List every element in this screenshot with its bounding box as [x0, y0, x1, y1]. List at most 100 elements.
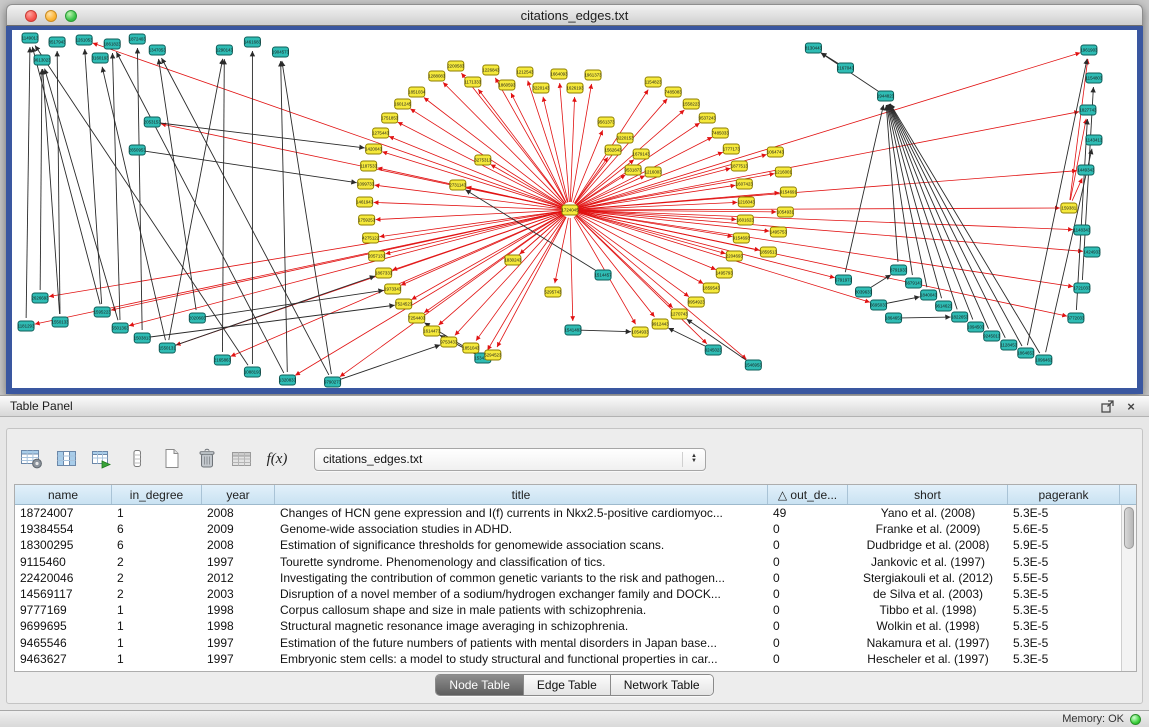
- graph-node[interactable]: 1461943: [356, 197, 374, 207]
- graph-node[interactable]: 1320833: [279, 375, 297, 385]
- graph-node[interactable]: 1449343: [1077, 165, 1095, 175]
- graph-node[interactable]: 1420043: [365, 144, 383, 154]
- graph-node[interactable]: 9790273: [324, 377, 342, 387]
- graph-node[interactable]: 2731143: [449, 180, 466, 190]
- graph-node[interactable]: 1864651: [885, 313, 903, 323]
- graph-edge[interactable]: [340, 345, 440, 380]
- graph-node[interactable]: 2204693: [726, 251, 744, 261]
- graph-node[interactable]: 1148343: [1074, 225, 1091, 235]
- graph-edge[interactable]: [57, 51, 60, 314]
- graph-edge[interactable]: [578, 112, 1079, 209]
- graph-edge[interactable]: [578, 211, 1083, 252]
- graph-edge[interactable]: [528, 81, 568, 203]
- graph-node[interactable]: 1275443: [372, 128, 390, 138]
- graph-edge[interactable]: [129, 212, 562, 326]
- graph-node[interactable]: 9245013: [983, 331, 1001, 341]
- graph-node[interactable]: 1094503: [967, 322, 985, 332]
- graph-node[interactable]: 1288083: [428, 71, 446, 81]
- tab-edge-table[interactable]: Edge Table: [524, 675, 611, 695]
- graph-node[interactable]: 1864653: [1017, 348, 1035, 358]
- graph-node[interactable]: 8791933: [890, 265, 908, 275]
- graph-node[interactable]: 1558223: [683, 99, 701, 109]
- graph-node[interactable]: 1290143: [216, 45, 234, 55]
- import-table-button[interactable]: [88, 445, 116, 473]
- graph-edge[interactable]: [374, 202, 562, 209]
- table-row[interactable]: 1830029562008Estimation of significance …: [15, 537, 1136, 553]
- table-settings-button[interactable]: [18, 445, 46, 473]
- graph-node[interactable]: 1860593: [498, 80, 516, 90]
- graph-node[interactable]: 1724045: [561, 205, 579, 215]
- window-titlebar[interactable]: citations_edges.txt: [6, 4, 1143, 26]
- graph-edge[interactable]: [576, 215, 746, 359]
- minimize-window-button[interactable]: [45, 10, 57, 22]
- delete-column-button[interactable]: [193, 445, 221, 473]
- column-header-out_degree[interactable]: △ out_de...: [768, 485, 848, 504]
- graph-node[interactable]: 1546953: [745, 360, 763, 370]
- graph-node[interactable]: 8517943: [49, 37, 67, 47]
- memory-status-icon[interactable]: [1130, 714, 1141, 725]
- graph-edge[interactable]: [295, 214, 563, 375]
- graph-node[interactable]: 9154693: [733, 233, 751, 243]
- graph-node[interactable]: 1495753: [770, 227, 788, 237]
- close-panel-icon[interactable]: ×: [1123, 398, 1139, 414]
- graph-edge[interactable]: [491, 165, 563, 207]
- graph-edge[interactable]: [159, 59, 197, 310]
- graph-node[interactable]: 8039633: [855, 287, 873, 297]
- graph-node[interactable]: 1973343: [384, 284, 402, 294]
- graph-node[interactable]: 1054931: [777, 207, 795, 217]
- function-builder-button[interactable]: f(x): [263, 445, 291, 473]
- graph-node[interactable]: 9154691: [780, 187, 798, 197]
- graph-node[interactable]: 6679143: [905, 278, 923, 288]
- graph-edge[interactable]: [43, 69, 60, 314]
- graph-edge[interactable]: [576, 110, 684, 205]
- table-row[interactable]: 1872400712008Changes of HCN gene express…: [15, 505, 1136, 521]
- graph-node[interactable]: 1154823: [645, 77, 662, 87]
- graph-node[interactable]: 2053153: [144, 117, 162, 127]
- table-row[interactable]: 977716911998Corpus callosum shape and si…: [15, 602, 1136, 618]
- graph-edge[interactable]: [169, 59, 223, 340]
- graph-node[interactable]: 1514457: [594, 270, 612, 280]
- graph-edge[interactable]: [26, 47, 30, 318]
- table-row[interactable]: 946554611997Estimation of the future num…: [15, 635, 1136, 651]
- graph-node[interactable]: 1827743: [1079, 105, 1097, 115]
- graph-edge[interactable]: [886, 297, 919, 304]
- graph-node[interactable]: 1861823: [104, 39, 122, 49]
- graph-node[interactable]: 1867333: [375, 268, 393, 278]
- graph-edge[interactable]: [478, 89, 565, 203]
- column-header-title[interactable]: title: [275, 485, 768, 504]
- column-header-year[interactable]: year: [202, 485, 275, 504]
- graph-edge[interactable]: [161, 58, 328, 375]
- graph-node[interactable]: 1216043: [738, 197, 756, 207]
- graph-node[interactable]: 6695033: [870, 300, 888, 310]
- graph-node[interactable]: 1550133: [52, 317, 70, 327]
- graph-edge[interactable]: [282, 61, 331, 374]
- graph-node[interactable]: 2650953: [129, 145, 147, 155]
- graph-edge[interactable]: [890, 104, 1022, 346]
- graph-edge[interactable]: [888, 105, 957, 310]
- graph-node[interactable]: 3220143: [532, 83, 550, 93]
- graph-node[interactable]: 1154803: [1086, 73, 1103, 83]
- graph-node[interactable]: 1679143: [633, 149, 651, 159]
- graph-node[interactable]: 1877513: [731, 161, 749, 171]
- graph-edge[interactable]: [487, 217, 565, 350]
- graph-node[interactable]: 1944823: [877, 91, 895, 101]
- graph-node[interactable]: 1216001: [775, 167, 793, 177]
- graph-node[interactable]: 9912443: [652, 319, 670, 329]
- graph-node[interactable]: 1562643: [605, 145, 623, 155]
- graph-node[interactable]: 9531873: [625, 165, 643, 175]
- graph-edge[interactable]: [112, 53, 120, 320]
- graph-node[interactable]: 7485083: [665, 87, 683, 97]
- graph-node[interactable]: 7485033: [712, 128, 730, 138]
- graph-node[interactable]: 1187533: [360, 161, 377, 171]
- graph-node[interactable]: 6791973: [835, 275, 853, 285]
- graph-node[interactable]: 9753433: [440, 337, 458, 347]
- graph-node[interactable]: 1851043: [462, 343, 480, 353]
- graph-node[interactable]: 1601623: [737, 215, 755, 225]
- graph-edge[interactable]: [175, 276, 375, 345]
- table-selector-dropdown[interactable]: citations_edges.txt ▲▼: [314, 448, 706, 471]
- graph-node[interactable]: 159381: [1061, 203, 1077, 213]
- graph-node[interactable]: 2020603: [189, 313, 207, 323]
- float-panel-icon[interactable]: [1099, 398, 1115, 414]
- graph-edge[interactable]: [160, 123, 365, 148]
- delete-table-button[interactable]: [228, 445, 256, 473]
